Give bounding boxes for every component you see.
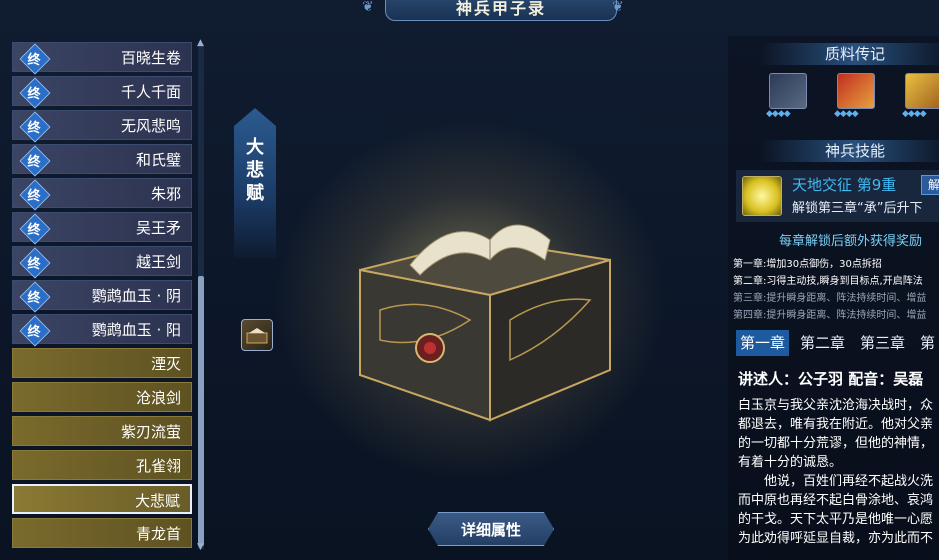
weapon-list-item[interactable]: 终 朱邪 [12, 178, 192, 211]
rewards-title: 每章解锁后额外获得奖励 [779, 234, 923, 249]
end-badge-label: 终 [27, 256, 41, 272]
reward-line: 第四章:提升瞬身距离、阵法持续时间、增益 [733, 310, 927, 321]
end-badge-label: 终 [27, 52, 41, 68]
story-line: 有着十分的诚恳。 [738, 455, 843, 470]
weapon-list-item[interactable]: 沧浪剑 [12, 382, 192, 412]
reward-line: 第二章:习得主动技,瞬身到目标点,开启阵法 [733, 276, 923, 287]
material-item-gold-icon[interactable] [905, 73, 939, 109]
weapon-list-item[interactable]: 紫刃流萤 [12, 416, 192, 446]
weapon-list: 终百晓生卷终千人千面终无风悲鸣终和氏璧终朱邪终吴王矛终越王剑终鹦鹉血玉 · 阴终… [12, 42, 192, 552]
chapter-tab[interactable]: 第 [916, 330, 939, 356]
weapon-list-item-label: 无风悲鸣 [120, 117, 181, 135]
weapon-list-item[interactable]: 终 和氏璧 [12, 144, 192, 177]
weapon-list-item[interactable]: 终 吴王矛 [12, 212, 192, 245]
material-rank-icon: ◆◆◆◆ [902, 109, 927, 119]
story-line: 而中原也再经不起白骨涂地、哀鸿 [738, 493, 934, 508]
weapon-list-item-label: 湮灭 [150, 355, 181, 373]
materials-title: 质料传记 [760, 43, 939, 65]
weapon-list-item-label: 鹦鹉血玉 · 阳 [91, 321, 181, 339]
unlock-tag[interactable]: 解 [921, 175, 939, 195]
weapon-list-item-label: 青龙首 [135, 525, 181, 543]
scrollbar[interactable] [198, 44, 204, 549]
weapon-list-item[interactable]: 湮灭 [12, 348, 192, 378]
end-badge-label: 终 [27, 188, 41, 204]
book-thumbnail-icon[interactable] [241, 319, 273, 351]
scrollbar-thumb[interactable] [198, 276, 204, 546]
weapon-list-item-label: 吴王矛 [135, 219, 181, 237]
material-item-scroll-icon[interactable] [769, 73, 807, 109]
skill-description: 解锁第三章“承”后升下 [792, 201, 923, 216]
scroll-up-icon[interactable]: ▲ [197, 38, 204, 48]
material-item-book-icon[interactable] [837, 73, 875, 109]
story-line: 的干戈。天下太平乃是他唯一心愿 [738, 512, 934, 527]
skill-lightning-icon[interactable] [742, 176, 782, 216]
end-badge-label: 终 [27, 86, 41, 102]
scroll-down-icon[interactable]: ▼ [197, 542, 204, 552]
end-badge-label: 终 [27, 290, 41, 306]
weapon-list-item[interactable]: 终 无风悲鸣 [12, 110, 192, 143]
chapter-tab[interactable]: 第二章 [796, 330, 849, 356]
story-line: 都退去，唯有我在附近。他对父亲 [738, 417, 934, 432]
detail-attributes-button[interactable]: 详细属性 [428, 512, 554, 546]
weapon-list-item[interactable]: 孔雀翎 [12, 450, 192, 480]
weapon-list-item-label: 沧浪剑 [135, 389, 181, 407]
story-line: 白玉京与我父亲沈沧海决战时，众 [738, 398, 934, 413]
weapon-list-item-label: 大悲赋 [134, 492, 180, 510]
weapon-list-item[interactable]: 终 鹦鹉血玉 · 阳 [12, 314, 192, 347]
story-line: 他说，百姓们再经不起战火洗 [738, 474, 934, 489]
weapon-list-item[interactable]: 青龙首 [12, 518, 192, 548]
skill-name: 天地交征 第9重 [792, 176, 897, 194]
skill-section-title: 神兵技能 [760, 140, 939, 162]
weapon-list-item-label: 千人千面 [120, 83, 181, 101]
page-title: 神兵甲子录 [455, 0, 546, 18]
material-rank-icon: ◆◆◆◆ [834, 109, 859, 119]
weapon-list-item-label: 鹦鹉血玉 · 阴 [91, 287, 181, 305]
window-title-banner: 神兵甲子录 [385, 0, 617, 21]
weapon-list-item[interactable]: 终 百晓生卷 [12, 42, 192, 75]
end-badge-label: 终 [27, 120, 41, 136]
end-badge-label: 终 [27, 324, 41, 340]
narrator-line: 讲述人：公子羽 配音：吴磊 [738, 370, 924, 388]
ornament-left-icon: ❦ [362, 0, 374, 15]
story-text: 白玉京与我父亲沈沧海决战时，众 都退去，唯有我在附近。他对父亲 的一切都十分荒谬，但… [738, 396, 939, 548]
weapon-list-item-label: 百晓生卷 [120, 49, 181, 67]
story-line: 为此劝得呼延显自裁，亦为此而不 [738, 531, 934, 546]
weapon-chest-image [359, 224, 611, 422]
weapon-list-item-label: 孔雀翎 [135, 457, 181, 475]
weapon-list-item-label: 朱邪 [150, 185, 181, 203]
weapon-list-item-label: 越王剑 [135, 253, 181, 271]
story-line: 的一切都十分荒谬，但他的神情， [738, 436, 934, 451]
chapter-tab[interactable]: 第一章 [736, 330, 790, 356]
ornament-right-icon: ❦ [612, 0, 624, 15]
weapon-list-item[interactable]: 终 千人千面 [12, 76, 192, 109]
weapon-list-item-label: 和氏璧 [135, 151, 181, 169]
end-badge-label: 终 [27, 154, 41, 170]
chapter-tabs: 第一章 第二章 第三章第 [736, 330, 939, 356]
reward-line: 第三章:提升瞬身距离、阵法持续时间、增益 [733, 293, 927, 304]
weapon-name-vertical: 大悲赋 [246, 137, 264, 204]
weapon-list-item[interactable]: 终 鹦鹉血玉 · 阴 [12, 280, 192, 313]
material-rank-icon: ◆◆◆◆ [766, 109, 791, 119]
weapon-list-item[interactable]: 终 越王剑 [12, 246, 192, 279]
weapon-list-item[interactable]: 大悲赋 [12, 484, 192, 514]
chapter-tab[interactable]: 第三章 [856, 330, 909, 356]
weapon-list-item-label: 紫刃流萤 [120, 423, 181, 441]
end-badge-label: 终 [27, 222, 41, 238]
reward-line: 第一章:增加30点御伤，30点拆招 [733, 259, 882, 270]
